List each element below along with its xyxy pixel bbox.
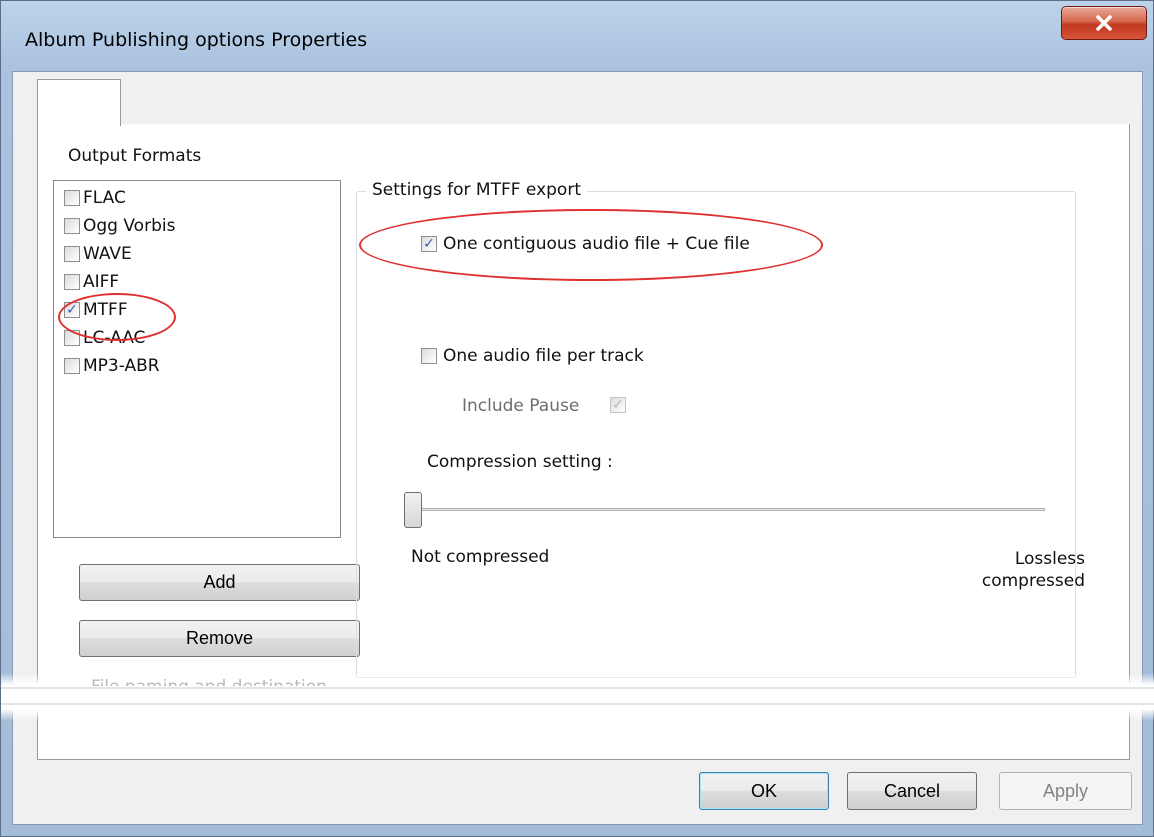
add-button[interactable]: Add — [79, 564, 360, 601]
list-item-label: WAVE — [83, 244, 132, 264]
list-item-aiff[interactable]: AIFF — [64, 269, 119, 295]
per-track-option[interactable]: One audio file per track — [421, 346, 644, 366]
compression-slider-track[interactable] — [405, 508, 1045, 511]
properties-window: Album Publishing options Properties Outp… — [0, 0, 1154, 837]
list-item-label: MP3-ABR — [83, 356, 160, 376]
list-item-ogg-vorbis[interactable]: Ogg Vorbis — [64, 213, 175, 239]
output-formats-label: Output Formats — [68, 146, 202, 166]
per-track-checkbox[interactable] — [421, 348, 437, 364]
ogg-vorbis-checkbox[interactable] — [64, 218, 80, 234]
torn-edge-line — [1, 703, 1154, 705]
mtff-annotation-circle — [58, 293, 176, 341]
cancel-button[interactable]: Cancel — [847, 772, 977, 810]
close-button[interactable] — [1061, 6, 1147, 40]
list-item-mp3-abr[interactable]: MP3-ABR — [64, 353, 160, 379]
lossless-compressed-label: compressed — [981, 571, 1085, 591]
settings-group-title: Settings for MTFF export — [366, 180, 587, 200]
flac-checkbox[interactable] — [64, 190, 80, 206]
torn-edge-line — [1, 687, 1154, 689]
per-track-label: One audio file per track — [443, 346, 644, 366]
list-item-flac[interactable]: FLAC — [64, 185, 126, 211]
close-icon — [1094, 13, 1114, 33]
list-item-label: FLAC — [83, 188, 126, 208]
window-title: Album Publishing options Properties — [25, 29, 368, 51]
tab-general[interactable] — [37, 79, 121, 126]
apply-button[interactable]: Apply — [999, 772, 1132, 810]
list-item-label: Ogg Vorbis — [83, 216, 176, 236]
output-formats-list[interactable]: FLAC Ogg Vorbis WAVE AIFF ✓ MTFF LC-AAC — [53, 180, 341, 538]
remove-button[interactable]: Remove — [79, 620, 360, 657]
ok-button[interactable]: OK — [699, 772, 829, 810]
list-item-label: AIFF — [83, 272, 120, 292]
include-pause-checkbox[interactable]: ✓ — [610, 397, 626, 413]
compression-slider-thumb[interactable] — [404, 492, 422, 528]
aiff-checkbox[interactable] — [64, 274, 80, 290]
compression-setting-label: Compression setting : — [427, 452, 613, 472]
include-pause-label: Include Pause — [462, 396, 580, 416]
title-bar[interactable]: Album Publishing options Properties — [1, 1, 1153, 69]
contiguous-annotation-circle — [359, 209, 823, 281]
wave-checkbox[interactable] — [64, 246, 80, 262]
list-item-wave[interactable]: WAVE — [64, 241, 132, 267]
mp3-abr-checkbox[interactable] — [64, 358, 80, 374]
lossless-label: Lossless — [1014, 549, 1085, 569]
not-compressed-label: Not compressed — [411, 547, 550, 567]
